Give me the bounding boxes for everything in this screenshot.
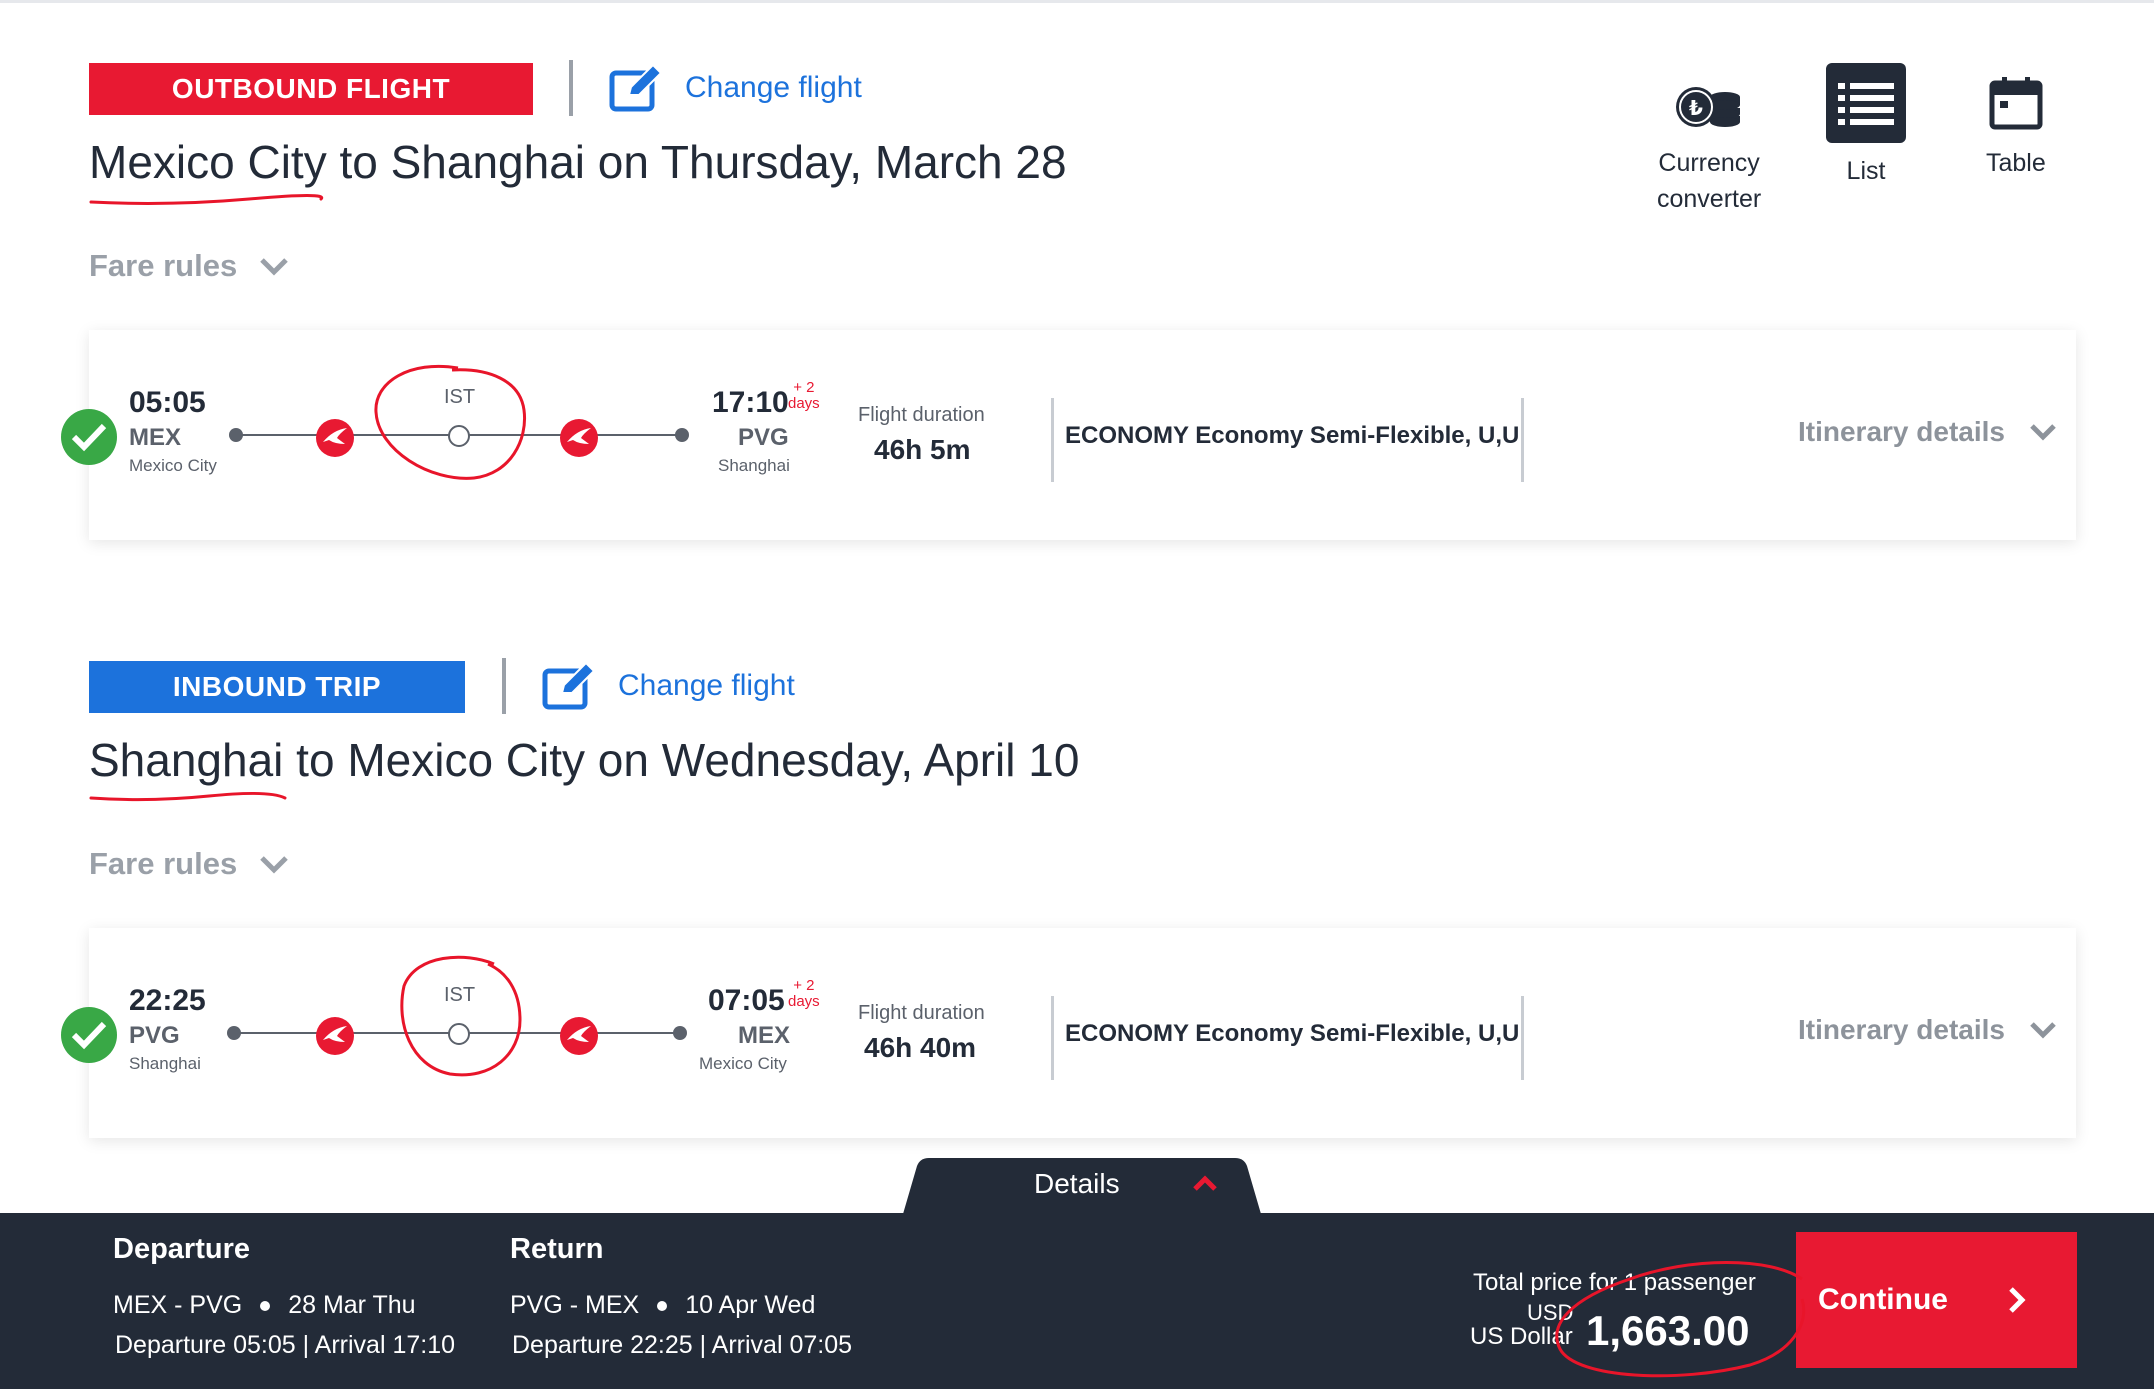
badge-separator [502, 658, 506, 714]
outbound-change-flight-link[interactable]: Change flight [609, 60, 862, 116]
airline-logo-icon [560, 419, 598, 457]
currency-name: US Dollar [1470, 1323, 1573, 1350]
bullet-icon [260, 1300, 271, 1311]
list-view-button[interactable]: List [1826, 63, 1906, 189]
inbound-departure-code: PVG [129, 1022, 180, 1049]
inbound-fare-rules-toggle[interactable]: Fare rules [89, 846, 289, 882]
inbound-plus-days: + 2 days [788, 977, 820, 1010]
inbound-change-flight-link[interactable]: Change flight [542, 658, 795, 714]
outbound-itinerary-details-toggle[interactable]: Itinerary details [1798, 416, 2057, 448]
cabin-separator-left [1051, 996, 1054, 1080]
selected-check-icon [61, 1007, 117, 1063]
currency-converter-button[interactable]: ₺ Currency converter [1657, 75, 1761, 217]
inbound-route-title: Shanghai to Mexico City on Wednesday, Ap… [89, 734, 1080, 786]
outbound-duration: 46h 5m [874, 434, 971, 465]
currency-converter-label-2: converter [1657, 185, 1762, 213]
inbound-arrival-code: MEX [738, 1022, 791, 1049]
outbound-fare-rules-toggle[interactable]: Fare rules [89, 248, 289, 284]
annotation-underline [89, 194, 324, 205]
outbound-badge: OUTBOUND FLIGHT [89, 63, 533, 115]
outbound-fare-rules-label: Fare rules [89, 248, 238, 283]
outbound-duration-label: Flight duration [858, 404, 985, 426]
chevron-down-icon [260, 258, 288, 276]
annotation-circle [400, 955, 522, 1077]
chevron-up-icon [1193, 1175, 1217, 1191]
route-end-dot [673, 1026, 687, 1040]
bullet-icon [657, 1300, 668, 1311]
airline-logo-icon [560, 1017, 598, 1055]
cabin-separator-right [1521, 996, 1524, 1080]
route-end-dot [675, 428, 689, 442]
outbound-arrival-time: 17:10 [712, 386, 789, 419]
outbound-departure-code: MEX [129, 424, 182, 451]
cabin-separator-left [1051, 398, 1054, 482]
inbound-duration-label: Flight duration [858, 1002, 985, 1024]
chevron-right-icon [2009, 1287, 2026, 1313]
selected-check-icon [61, 409, 117, 465]
inbound-fare-rules-label: Fare rules [89, 846, 238, 881]
list-icon [1838, 83, 1894, 125]
outbound-route-title: Mexico City to Shanghai on Thursday, Mar… [89, 136, 1067, 188]
booking-summary-bar: Departure MEX - PVG 28 Mar Thu Departure… [0, 1213, 2154, 1389]
outbound-arrival-code: PVG [738, 424, 789, 451]
airline-logo-icon [316, 1017, 354, 1055]
total-price: 1,663.00 [1586, 1307, 1750, 1354]
inbound-cabin-class: ECONOMY Economy Semi-Flexible, U,U [1065, 1020, 1520, 1047]
calendar-icon [1989, 77, 2043, 130]
annotation-circle [374, 364, 527, 480]
chevron-down-icon [2030, 1022, 2056, 1039]
route-start-dot [229, 428, 243, 442]
outbound-departure-time: 05:05 [129, 386, 206, 419]
footer-return-route: PVG - MEX 10 Apr Wed [510, 1291, 816, 1319]
inbound-badge: INBOUND TRIP [89, 661, 465, 713]
airline-logo-icon [316, 419, 354, 457]
coins-icon: ₺ [1676, 87, 1741, 127]
total-price-label: Total price for 1 passenger [1473, 1269, 1756, 1296]
outbound-itinerary-label: Itinerary details [1798, 416, 2005, 447]
chevron-down-icon [260, 856, 288, 874]
inbound-itinerary-details-toggle[interactable]: Itinerary details [1798, 1014, 2057, 1046]
edit-icon [542, 661, 596, 710]
inbound-arrival-city: Mexico City [699, 1054, 787, 1073]
svg-text:₺: ₺ [1689, 96, 1703, 120]
inbound-departure-time: 22:25 [129, 984, 206, 1017]
footer-return-heading: Return [510, 1233, 604, 1265]
outbound-departure-city: Mexico City [129, 456, 217, 475]
inbound-duration: 46h 40m [864, 1032, 977, 1063]
table-view-button[interactable]: Table [1986, 75, 2046, 181]
continue-label: Continue [1818, 1283, 1948, 1316]
footer-return-times: Departure 22:25 | Arrival 07:05 [512, 1331, 853, 1359]
cabin-separator-right [1521, 398, 1524, 482]
inbound-arrival-time: 07:05 [708, 984, 785, 1017]
inbound-departure-city: Shanghai [129, 1054, 201, 1073]
footer-departure-heading: Departure [113, 1233, 250, 1265]
footer-departure-times: Departure 05:05 | Arrival 17:10 [115, 1331, 456, 1359]
annotation-underline [89, 791, 287, 802]
outbound-cabin-class: ECONOMY Economy Semi-Flexible, U,U [1065, 422, 1520, 449]
outbound-plus-days: + 2 days [788, 379, 820, 412]
table-view-label: Table [1986, 149, 2046, 177]
outbound-change-flight-label: Change flight [685, 71, 862, 104]
edit-icon [609, 63, 663, 112]
outbound-arrival-city: Shanghai [718, 456, 790, 475]
inbound-change-flight-label: Change flight [618, 669, 795, 702]
chevron-down-icon [2030, 424, 2056, 441]
route-start-dot [227, 1026, 241, 1040]
inbound-itinerary-label: Itinerary details [1798, 1014, 2005, 1045]
currency-converter-label-1: Currency [1658, 149, 1760, 177]
details-tab-label: Details [1034, 1168, 1120, 1199]
footer-departure-route: MEX - PVG 28 Mar Thu [113, 1291, 416, 1319]
top-divider [0, 0, 2154, 3]
badge-separator [569, 60, 573, 116]
list-view-label: List [1846, 157, 1886, 185]
continue-button[interactable]: Continue [1796, 1232, 2077, 1368]
